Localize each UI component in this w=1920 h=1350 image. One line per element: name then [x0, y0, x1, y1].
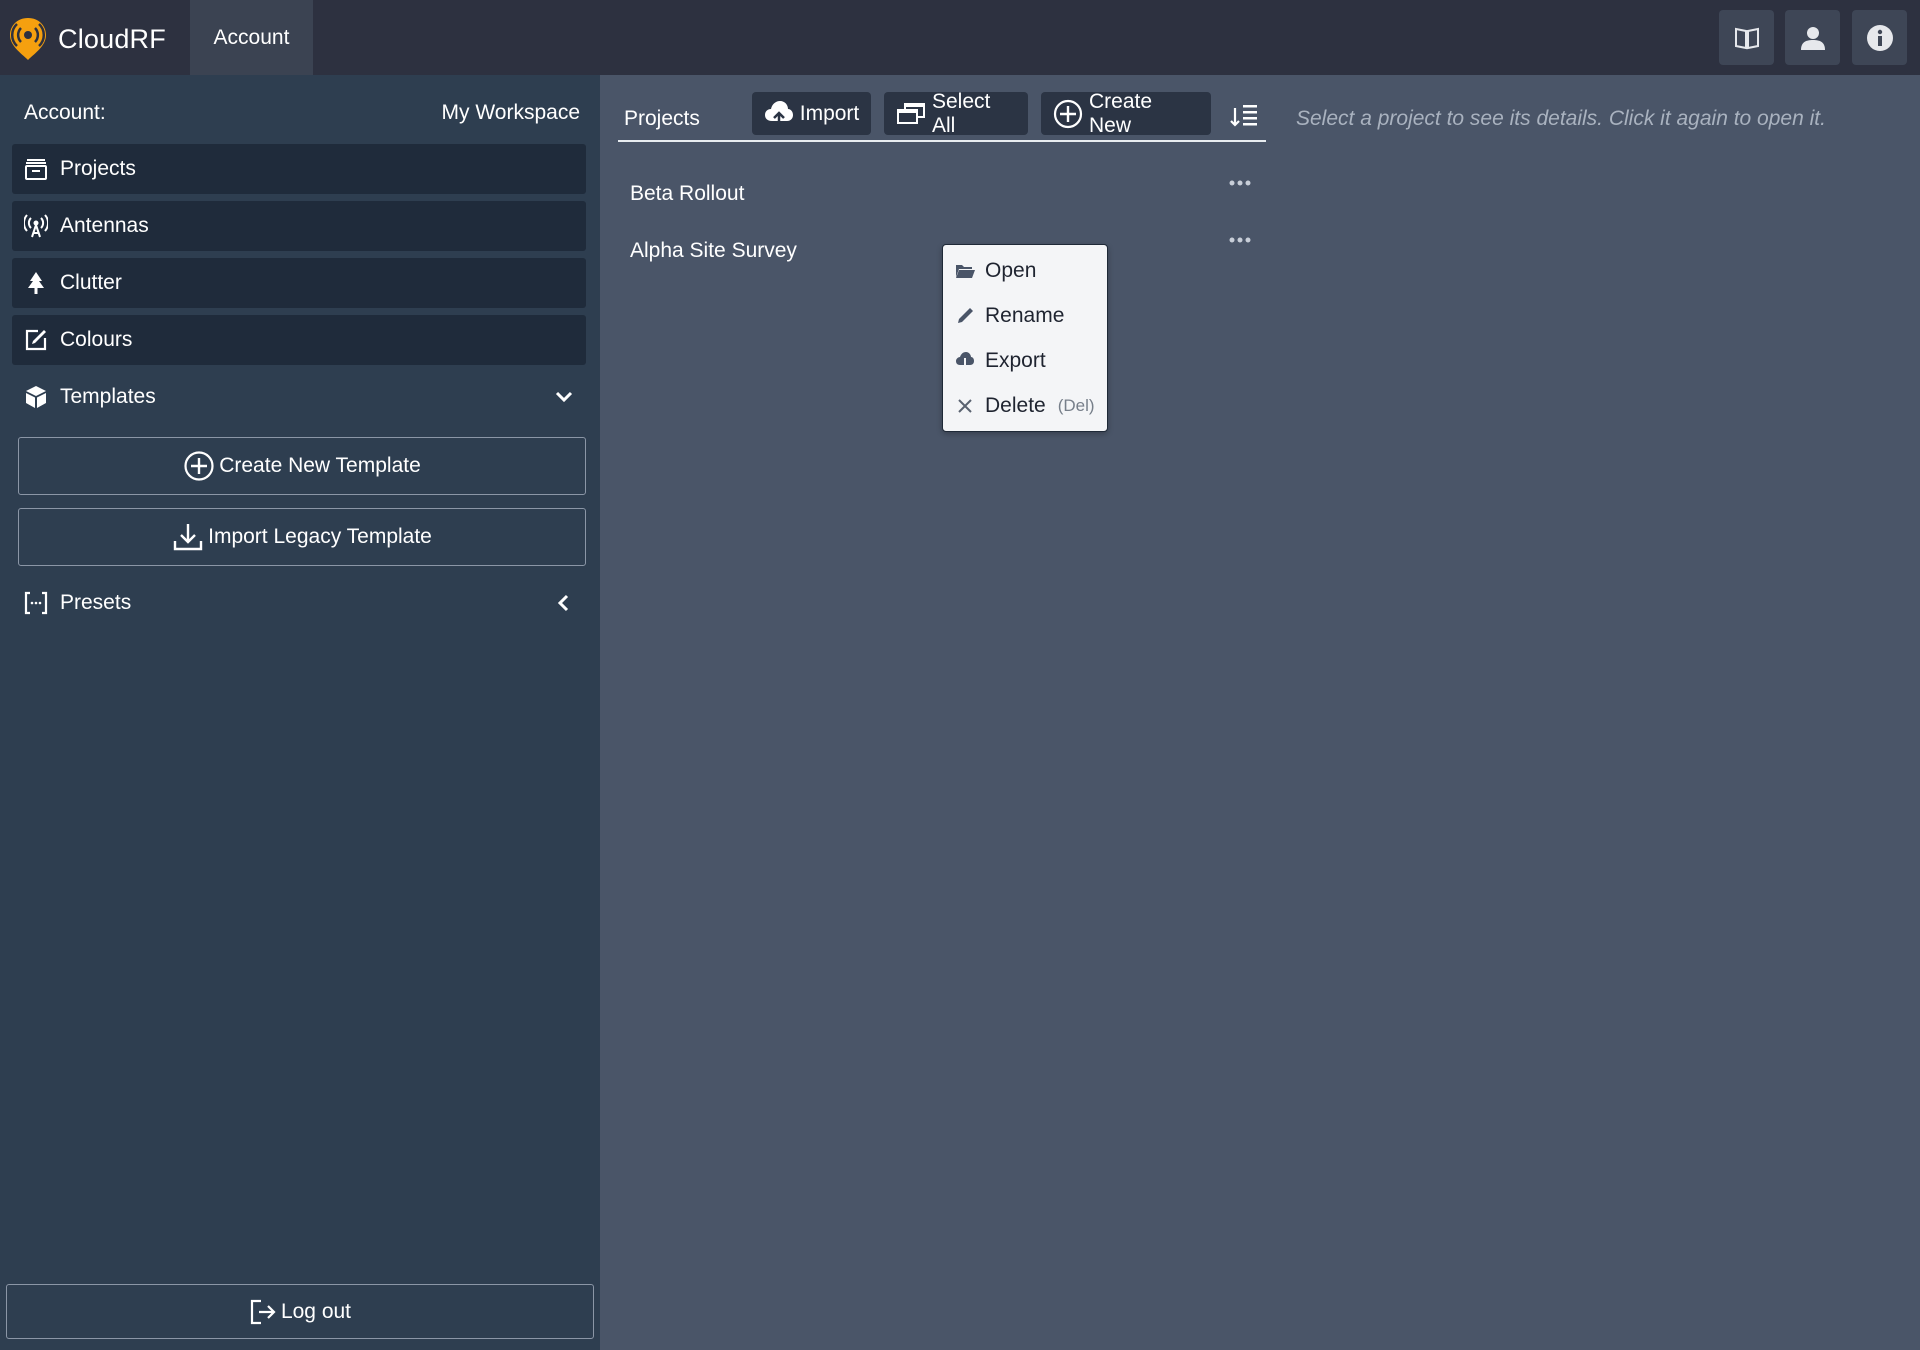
- project-name: Beta Rollout: [630, 182, 745, 205]
- projects-title: Projects: [624, 107, 700, 130]
- sort-button[interactable]: [1230, 100, 1260, 130]
- tab-account[interactable]: Account: [190, 0, 313, 75]
- select-all-label: Select All: [932, 89, 991, 137]
- sort-icon: [1230, 105, 1257, 127]
- context-rename-label: Rename: [985, 303, 1065, 327]
- sidebar-item-label: Presets: [60, 591, 132, 614]
- plus-circle-icon: [183, 450, 215, 482]
- sidebar: Account: My Workspace Projects Antennas …: [0, 75, 600, 1350]
- sidebar-item-label: Antennas: [60, 214, 149, 237]
- context-delete-label: Delete: [985, 393, 1046, 417]
- sidebar-item-label: Colours: [60, 328, 133, 351]
- logout-label: Log out: [280, 1299, 352, 1323]
- sidebar-item-label: Templates: [60, 385, 156, 408]
- context-export-label: Export: [985, 348, 1046, 372]
- logout-icon: [249, 1298, 277, 1326]
- sidebar-item-presets[interactable]: Presets: [12, 578, 586, 628]
- logout-button[interactable]: Log out: [6, 1284, 594, 1339]
- close-icon: [955, 396, 975, 416]
- brackets-icon: [24, 591, 48, 615]
- context-menu-open[interactable]: Open: [943, 248, 1107, 293]
- context-menu-delete[interactable]: Delete (Del): [943, 383, 1107, 428]
- windows-stack-icon: [896, 99, 926, 129]
- user-icon: [1800, 26, 1825, 50]
- chevron-left-icon[interactable]: [552, 591, 576, 615]
- project-row[interactable]: Beta Rollout: [618, 170, 1266, 218]
- more-options-icon[interactable]: [1226, 230, 1254, 250]
- create-new-project-button[interactable]: Create New: [1041, 89, 1211, 137]
- import-button[interactable]: Import: [752, 92, 871, 135]
- info-icon: [1866, 24, 1893, 51]
- sidebar-item-label: Projects: [60, 157, 136, 180]
- projects-hint: Select a project to see its details. Cli…: [1296, 107, 1826, 130]
- sidebar-item-templates[interactable]: Templates: [12, 372, 586, 422]
- create-new-label: Create New: [1089, 89, 1153, 137]
- brand[interactable]: CloudRF: [8, 16, 166, 62]
- docs-button[interactable]: [1719, 10, 1774, 65]
- workspace-selector[interactable]: My Workspace: [442, 101, 580, 125]
- cloudrf-logo-icon: [8, 16, 48, 62]
- sidebar-item-antennas[interactable]: Antennas: [12, 201, 586, 251]
- context-open-label: Open: [985, 258, 1037, 282]
- account-label: Account:: [24, 101, 106, 124]
- import-label: Import: [799, 101, 860, 125]
- import-template-label: Import Legacy Template: [208, 525, 432, 548]
- sidebar-item-projects[interactable]: Projects: [12, 144, 586, 194]
- chevron-down-icon[interactable]: [552, 385, 576, 409]
- context-menu-export[interactable]: Export: [943, 338, 1107, 383]
- cube-icon: [24, 385, 48, 409]
- top-bar: CloudRF Account: [0, 0, 1920, 75]
- plus-circle-icon: [1053, 99, 1083, 129]
- folder-open-icon: [955, 261, 975, 281]
- context-menu-rename[interactable]: Rename: [943, 293, 1107, 338]
- app-name: CloudRF: [58, 23, 166, 54]
- create-template-label: Create New Template: [219, 454, 421, 477]
- more-options-icon[interactable]: [1226, 173, 1254, 193]
- cloud-upload-icon: [764, 99, 794, 129]
- edit-icon: [24, 328, 48, 352]
- projects-toolbar: Projects Import Select All Create New: [618, 89, 1266, 142]
- tree-icon: [24, 271, 48, 295]
- info-button[interactable]: [1852, 10, 1907, 65]
- account-row: Account: My Workspace: [24, 101, 580, 125]
- cloud-download-icon: [955, 351, 975, 371]
- create-new-template-button[interactable]: Create New Template: [18, 437, 586, 495]
- archive-icon: [24, 157, 48, 181]
- sidebar-item-label: Clutter: [60, 271, 122, 294]
- sidebar-item-colours[interactable]: Colours: [12, 315, 586, 365]
- project-context-menu: Open Rename Export Delete (Del): [942, 244, 1108, 432]
- project-name: Alpha Site Survey: [630, 239, 797, 262]
- select-all-button[interactable]: Select All: [884, 89, 1028, 137]
- book-icon: [1734, 27, 1759, 49]
- user-button[interactable]: [1785, 10, 1840, 65]
- delete-shortcut-hint: (Del): [1057, 395, 1095, 415]
- download-icon: [172, 521, 204, 553]
- antenna-icon: [24, 214, 48, 238]
- sidebar-item-clutter[interactable]: Clutter: [12, 258, 586, 308]
- pencil-icon: [955, 306, 975, 326]
- import-legacy-template-button[interactable]: Import Legacy Template: [18, 508, 586, 566]
